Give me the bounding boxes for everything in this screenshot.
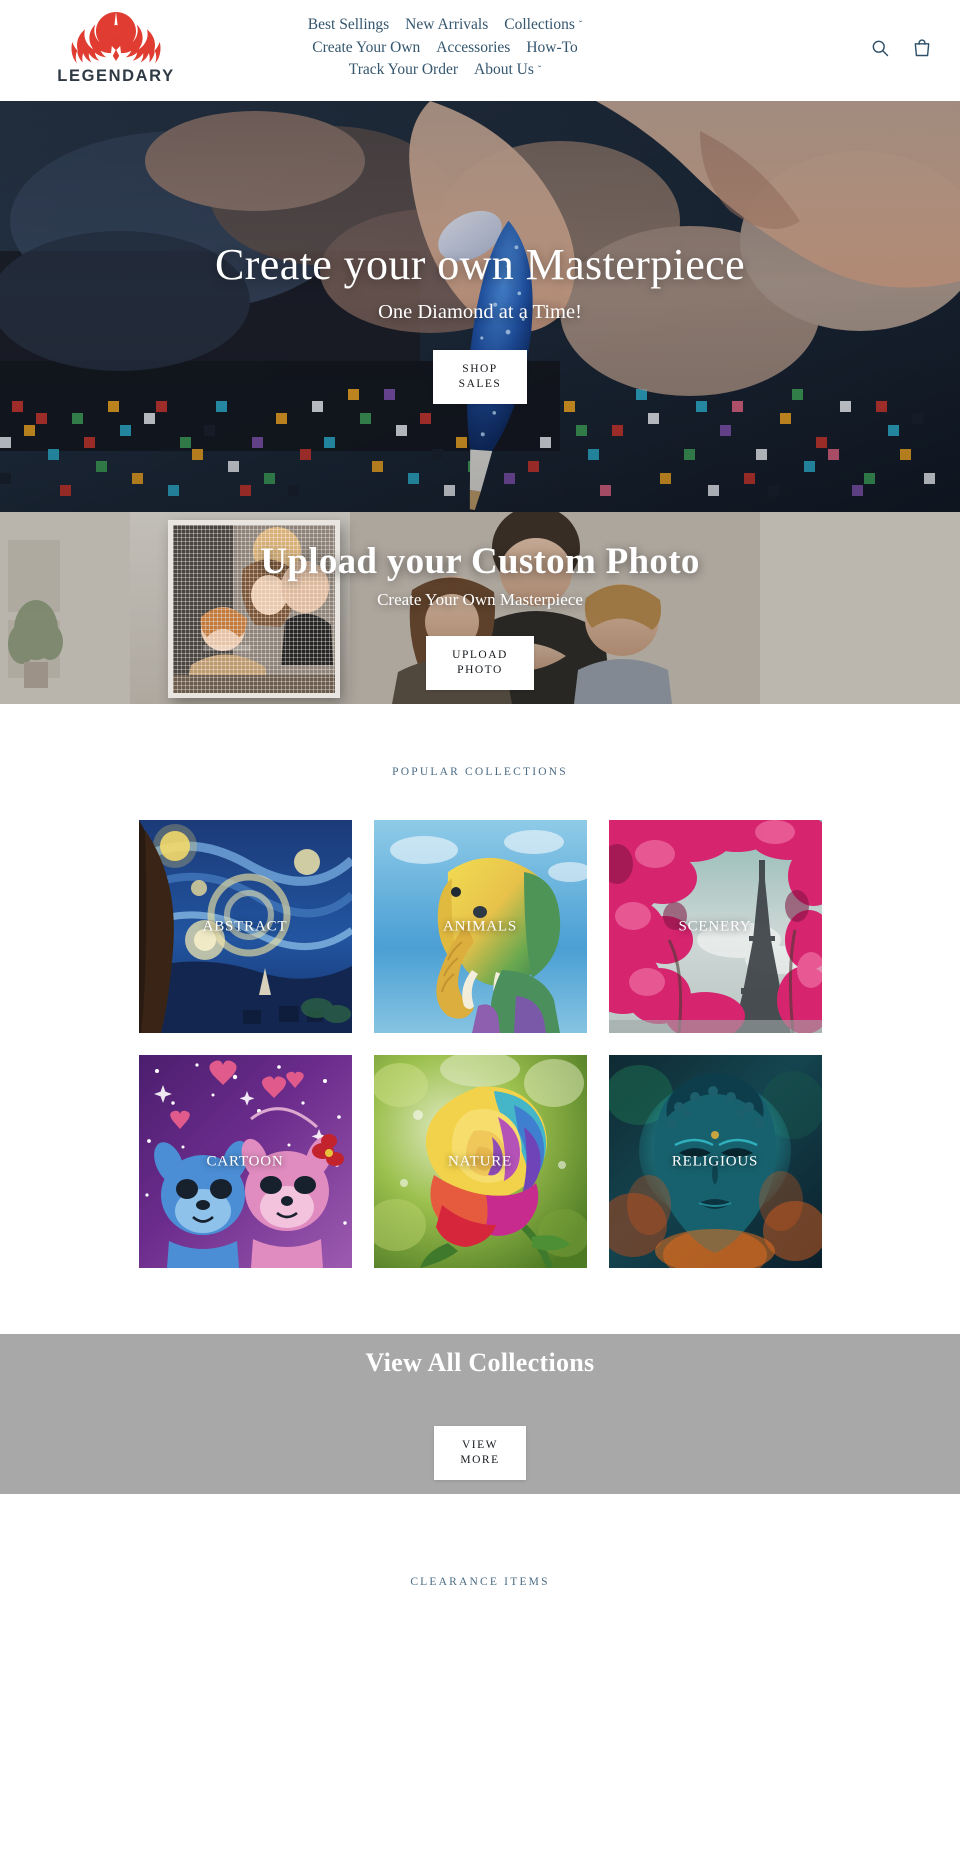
upload-photo-button[interactable]: UPLOAD PHOTO <box>426 636 534 690</box>
collection-label: RELIGIOUS <box>671 1153 759 1169</box>
upload-photo-line1: UPLOAD <box>452 649 508 661</box>
shop-sales-button[interactable]: SHOP SALES <box>432 350 528 405</box>
chevron-down-icon: ˇ <box>578 20 583 32</box>
view-all-collections-section: View All Collections VIEW MORE <box>0 1334 960 1494</box>
collection-label: SCENERY <box>678 918 752 934</box>
nav-item-best-sellings[interactable]: Best Sellings <box>300 14 397 37</box>
nav-row-3: Track Your Order About Us ˇ <box>230 59 660 82</box>
collection-label: ABSTRACT <box>202 918 288 934</box>
shop-sales-line2: SALES <box>458 378 502 391</box>
hero-subtitle: One Diamond at a Time! <box>378 301 582 324</box>
nav-label: How-To <box>526 38 578 56</box>
clearance-items-section: CLEARANCE ITEMS <box>0 1494 960 1606</box>
nav-item-new-arrivals[interactable]: New Arrivals <box>397 14 496 37</box>
hero-title: Create your own Masterpiece <box>214 240 746 289</box>
nav-row-2: Create Your Own Accessories How-To <box>230 37 660 60</box>
nav-item-track-your-order[interactable]: Track Your Order <box>341 59 466 82</box>
site-header: LEGENDARY Best Sellings New Arrivals Col… <box>0 0 960 101</box>
search-icon[interactable] <box>870 38 890 58</box>
shop-sales-line1: SHOP <box>462 363 498 376</box>
hero-content: Create your own Masterpiece One Diamond … <box>0 240 960 405</box>
upload-banner-subtitle: Create Your Own Masterpiece <box>377 590 583 609</box>
nav-label: Create Your Own <box>312 38 421 56</box>
collection-tile-nature[interactable]: NATURE <box>373 1055 587 1268</box>
clearance-items-heading: CLEARANCE ITEMS <box>410 1576 550 1588</box>
hero-banner: Create your own Masterpiece One Diamond … <box>0 101 960 512</box>
collection-label: ANIMALS <box>443 918 517 934</box>
nav-item-create-your-own[interactable]: Create Your Own <box>304 37 428 60</box>
nav-item-how-to[interactable]: How-To <box>518 37 585 60</box>
view-more-line1: VIEW <box>461 1439 498 1451</box>
upload-banner-content: Upload your Custom Photo Create Your Own… <box>0 540 960 690</box>
collection-tile-abstract[interactable]: ABSTRACT <box>138 820 352 1033</box>
header-actions <box>870 38 932 58</box>
collection-tile-cartoon[interactable]: CARTOON <box>138 1055 352 1268</box>
nav-item-about-us[interactable]: About Us ˇ <box>466 59 549 82</box>
nav-label: Track Your Order <box>348 61 459 78</box>
view-more-button[interactable]: VIEW MORE <box>434 1426 526 1480</box>
popular-collections-section: POPULAR COLLECTIONS ABSTRACT ANIMALS SCE… <box>0 704 960 1334</box>
collection-tile-scenery[interactable]: SCENERY <box>608 820 822 1033</box>
collections-grid: ABSTRACT ANIMALS SCENERY CARTOON NATURE … <box>130 820 830 1268</box>
upload-photo-banner: Upload your Custom Photo Create Your Own… <box>0 512 960 704</box>
cart-icon[interactable] <box>912 38 932 58</box>
nav-label: Collections <box>504 16 575 33</box>
collection-label: NATURE <box>448 1153 512 1169</box>
primary-navigation: Best Sellings New Arrivals Collections ˇ… <box>230 14 660 82</box>
upload-photo-line2: PHOTO <box>457 664 503 676</box>
nav-row-1: Best Sellings New Arrivals Collections ˇ <box>230 14 660 37</box>
chevron-down-icon: ˇ <box>537 65 542 77</box>
collection-tile-religious[interactable]: RELIGIOUS <box>608 1055 822 1268</box>
nav-label: Accessories <box>436 38 511 56</box>
view-all-title: View All Collections <box>365 1348 595 1377</box>
popular-collections-heading: POPULAR COLLECTIONS <box>392 766 568 778</box>
phoenix-flame-icon <box>71 12 161 64</box>
nav-label: Best Sellings <box>307 16 390 33</box>
logo-wordmark: LEGENDARY <box>57 67 175 85</box>
nav-item-accessories[interactable]: Accessories <box>428 37 518 60</box>
nav-label: About Us <box>474 61 534 78</box>
nav-item-collections[interactable]: Collections ˇ <box>496 14 590 37</box>
nav-label: New Arrivals <box>405 16 489 33</box>
upload-banner-title: Upload your Custom Photo <box>260 541 700 582</box>
view-more-line2: MORE <box>460 1454 500 1466</box>
collection-tile-animals[interactable]: ANIMALS <box>373 820 587 1033</box>
collection-label: CARTOON <box>206 1153 284 1169</box>
site-logo[interactable]: LEGENDARY <box>46 8 186 86</box>
